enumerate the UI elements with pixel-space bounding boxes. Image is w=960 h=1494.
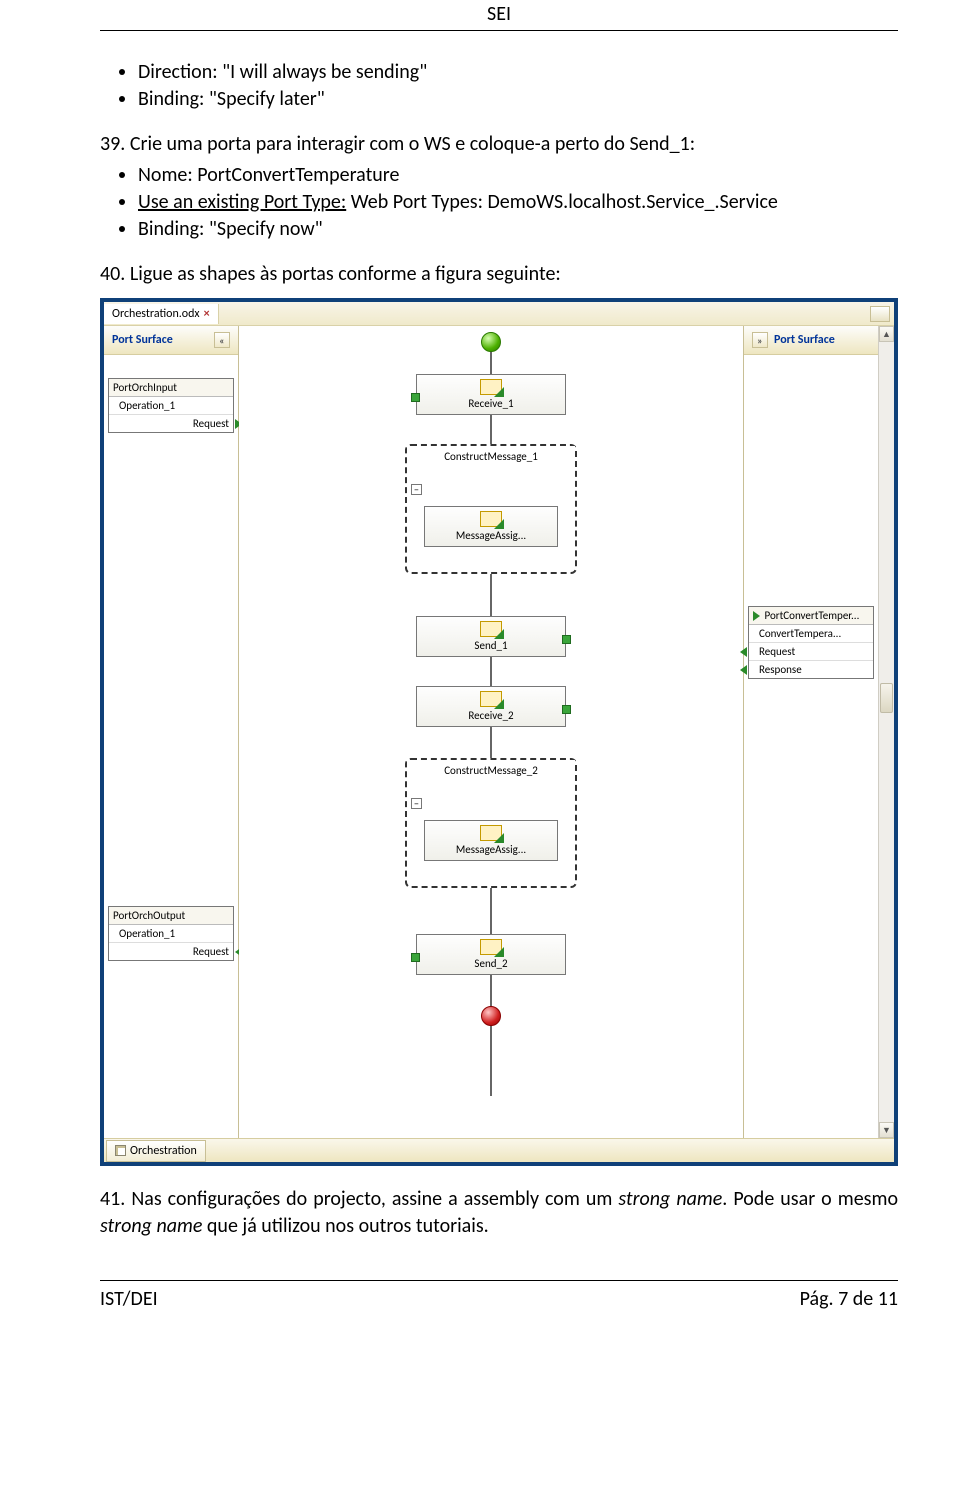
port-input-title: PortOrchInput	[109, 379, 233, 397]
footer-divider	[100, 1280, 898, 1281]
envelope-icon	[480, 939, 502, 955]
bullet-nome: Nome: PortConvertTemperature	[138, 162, 898, 189]
file-tab[interactable]: Orchestration.odx ×	[104, 304, 219, 324]
construct-2-title: ConstructMessage_2	[407, 760, 575, 779]
footer-right: Pág. 7 de 11	[800, 1287, 898, 1311]
port-input-op: Operation_1	[109, 397, 233, 415]
orchestration-screenshot: Orchestration.odx × Port Surface « PortO…	[100, 298, 898, 1166]
bullet-use-existing: Use an existing Port Type: Web Port Type…	[138, 189, 898, 216]
bullet-use-existing-label: Use an existing Port Type:	[138, 190, 346, 214]
send-1-shape[interactable]: Send_1	[416, 616, 566, 657]
port-convert-title: PortConvertTemper...	[749, 607, 873, 625]
port-surface-right-header: » Port Surface	[744, 326, 878, 355]
receive-1-shape[interactable]: Receive_1	[416, 374, 566, 415]
port-handle[interactable]	[411, 953, 420, 962]
editor-bottom-bar: Orchestration	[104, 1138, 894, 1162]
end-shape[interactable]	[481, 1006, 501, 1026]
scroll-down-button[interactable]: ▼	[879, 1122, 894, 1138]
construct-message-2[interactable]: ConstructMessage_2 − MessageAssig...	[405, 758, 577, 888]
construct-message-1[interactable]: ConstructMessage_1 − MessageAssig...	[405, 444, 577, 574]
message-assign-1[interactable]: MessageAssig...	[424, 506, 558, 547]
bullet-binding-later: Binding: "Specify later"	[138, 86, 898, 113]
collapse-right-icon[interactable]: »	[752, 332, 768, 348]
start-shape[interactable]	[481, 332, 501, 352]
send-2-label: Send_2	[474, 957, 507, 970]
port-output-op: Operation_1	[109, 925, 233, 943]
close-icon[interactable]: ×	[204, 307, 210, 321]
port-convert-response: Response	[749, 661, 873, 678]
message-assign-1-label: MessageAssig...	[456, 529, 526, 542]
port-output-title: PortOrchOutput	[109, 907, 233, 925]
window-dropdown-button[interactable]	[870, 306, 890, 322]
editor-tabbar: Orchestration.odx ×	[104, 302, 894, 326]
step-40: 40. Ligue as shapes às portas conforme a…	[100, 261, 898, 288]
message-assign-2-label: MessageAssig...	[456, 843, 526, 856]
port-output-request: Request	[109, 943, 233, 960]
vertical-scrollbar[interactable]: ▲ ▼	[878, 326, 894, 1138]
collapse-left-icon[interactable]: «	[214, 332, 230, 348]
port-surface-right: » Port Surface PortConvertTemper... Conv…	[743, 326, 878, 1138]
orchestration-tab-icon	[115, 1145, 126, 1156]
send-1-label: Send_1	[474, 639, 507, 652]
bullet-use-existing-value: Web Port Types: DemoWS.localhost.Service…	[351, 190, 778, 214]
scroll-thumb[interactable]	[880, 683, 893, 713]
receive-2-label: Receive_2	[468, 709, 513, 722]
bullet-list-39: Nome: PortConvertTemperature Use an exis…	[100, 162, 898, 243]
collapse-toggle-icon[interactable]: −	[411, 798, 422, 809]
port-handle[interactable]	[411, 393, 420, 402]
envelope-icon	[480, 825, 502, 841]
envelope-icon	[480, 511, 502, 527]
orchestration-tab-label: Orchestration	[130, 1144, 197, 1158]
connector-out-icon[interactable]	[740, 665, 747, 675]
envelope-icon	[480, 691, 502, 707]
port-convert-temperature[interactable]: PortConvertTemper... ConvertTempera... R…	[748, 606, 874, 679]
construct-1-title: ConstructMessage_1	[407, 446, 575, 465]
scroll-up-button[interactable]: ▲	[879, 326, 894, 342]
step-39-intro: 39. Crie uma porta para interagir com o …	[100, 131, 898, 158]
connector-in-icon[interactable]	[740, 647, 747, 657]
header-divider	[100, 30, 898, 31]
port-convert-request: Request	[749, 643, 873, 661]
port-surface-right-title: Port Surface	[774, 333, 835, 347]
collapse-toggle-icon[interactable]: −	[411, 484, 422, 495]
expand-icon	[753, 611, 760, 621]
receive-1-label: Receive_1	[468, 397, 513, 410]
port-input-request: Request	[109, 415, 233, 432]
bullet-list-top: Direction: "I will always be sending" Bi…	[100, 59, 898, 113]
port-convert-op: ConvertTempera...	[749, 625, 873, 643]
orchestration-tab[interactable]: Orchestration	[106, 1140, 206, 1162]
footer-left: IST/DEI	[100, 1287, 800, 1311]
receive-2-shape[interactable]: Receive_2	[416, 686, 566, 727]
page-header: SEI	[100, 0, 898, 30]
port-surface-left-title: Port Surface	[112, 333, 173, 347]
page-footer: IST/DEI Pág. 7 de 11	[100, 1287, 898, 1311]
port-surface-left-header: Port Surface «	[104, 326, 238, 355]
port-orch-output[interactable]: PortOrchOutput Operation_1 Request	[108, 906, 234, 961]
port-orch-input[interactable]: PortOrchInput Operation_1 Request	[108, 378, 234, 433]
step-41: 41. Nas configurações do projecto, assin…	[100, 1186, 898, 1240]
message-assign-2[interactable]: MessageAssig...	[424, 820, 558, 861]
envelope-icon	[480, 621, 502, 637]
send-2-shape[interactable]: Send_2	[416, 934, 566, 975]
envelope-icon	[480, 379, 502, 395]
file-tab-label: Orchestration.odx	[112, 307, 200, 321]
bullet-direction: Direction: "I will always be sending"	[138, 59, 898, 86]
orchestration-canvas[interactable]: Receive_1 ConstructMessage_1 − MessageAs…	[239, 326, 743, 1138]
port-handle[interactable]	[562, 635, 571, 644]
port-handle[interactable]	[562, 705, 571, 714]
bullet-binding-now: Binding: "Specify now"	[138, 216, 898, 243]
port-surface-left: Port Surface « PortOrchInput Operation_1…	[104, 326, 239, 1138]
